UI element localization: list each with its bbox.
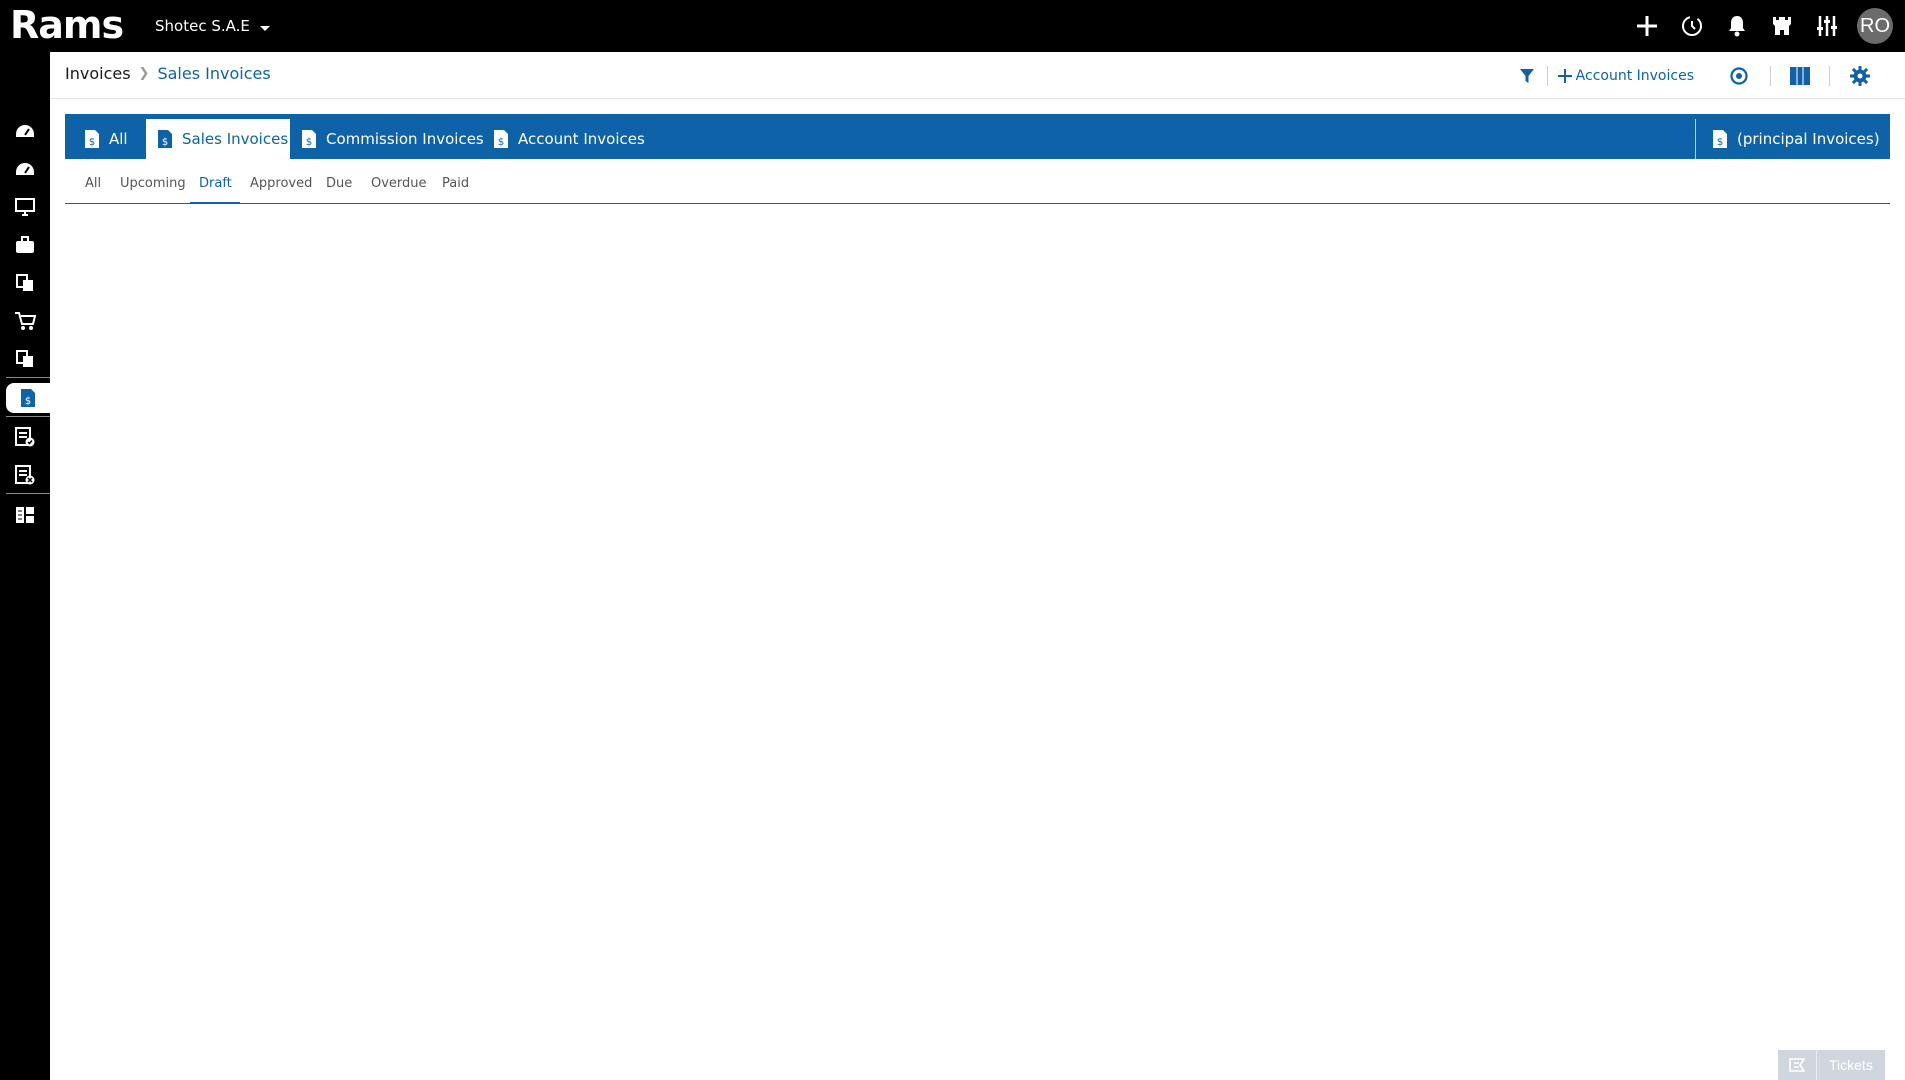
status-tab-approved[interactable]: Approved [250, 176, 312, 191]
documents-icon [16, 274, 34, 292]
refresh-icon [1730, 67, 1748, 85]
invoice-icon: $ [19, 388, 37, 408]
status-tab-draft[interactable]: Draft [199, 176, 232, 191]
status-tab-paid[interactable]: Paid [442, 176, 469, 191]
castle-icon[interactable] [1759, 0, 1804, 52]
sidebar-item-dashboard-2[interactable] [6, 154, 44, 184]
sidebar-item-invoice-cancel[interactable] [6, 460, 44, 490]
header-divider [50, 98, 1905, 99]
svg-text:$: $ [306, 137, 312, 148]
sidebar-item-cart[interactable] [6, 306, 44, 336]
company-name: Shotec S.A.E [155, 17, 250, 35]
status-tab-due[interactable]: Due [326, 176, 352, 191]
tickets-label: Tickets [1829, 1057, 1873, 1073]
tab-label: Sales Invoices [182, 130, 289, 148]
tickets-button[interactable]: Tickets [1778, 1050, 1885, 1080]
invoice-cancel-icon [15, 465, 35, 485]
dashboard-icon [15, 123, 35, 139]
invoice-icon: $ [1711, 129, 1729, 149]
breadcrumb-current: Sales Invoices [157, 64, 271, 83]
filter-icon [1519, 68, 1535, 84]
monitor-icon [15, 198, 35, 216]
company-selector[interactable]: Shotec S.A.E [155, 17, 270, 35]
tab-label: Commission Invoices [326, 130, 484, 148]
tab-label: (principal Invoices) [1737, 130, 1880, 148]
cart-icon [14, 311, 36, 331]
layout-icon [15, 506, 35, 524]
invoice-icon: $ [156, 129, 174, 149]
svg-text:$: $ [498, 137, 504, 148]
svg-text:$: $ [1717, 137, 1723, 148]
sidebar-item-documents-2[interactable] [6, 344, 44, 374]
svg-text:$: $ [25, 396, 31, 407]
logo-text: Rams [10, 3, 124, 47]
tab-commission-invoices[interactable]: $ Commission Invoices [300, 119, 484, 159]
sidebar-item-dashboard[interactable] [6, 116, 44, 146]
sidebar-item-monitor[interactable] [6, 192, 44, 222]
avatar[interactable]: RO [1857, 8, 1893, 44]
app-logo[interactable]: Rams [10, 3, 124, 47]
breadcrumb: Invoices ❯ Sales Invoices [65, 64, 271, 83]
sidebar-item-briefcase[interactable] [6, 230, 44, 260]
top-actions: RO [1624, 0, 1905, 52]
svg-text:$: $ [162, 137, 168, 148]
invoice-type-tabs: $ All $ Sales Invoices $ Commission Invo… [65, 114, 1890, 159]
invoice-icon: $ [300, 129, 318, 149]
sidebar-divider [6, 493, 50, 494]
gear-icon [1850, 66, 1870, 86]
plus-icon [1557, 69, 1572, 83]
status-tab-all[interactable]: All [85, 176, 101, 191]
status-tabs-divider [65, 203, 1890, 204]
tab-label: All [109, 130, 128, 148]
bell-icon[interactable] [1714, 0, 1759, 52]
tab-sales-invoices[interactable]: $ Sales Invoices [146, 119, 290, 159]
filter-button[interactable] [1507, 58, 1547, 94]
chevron-right-icon: ❯ [138, 66, 150, 81]
svg-text:$: $ [89, 137, 95, 148]
tab-divider [1695, 119, 1696, 159]
top-bar: Rams Shotec S.A.E RO [0, 0, 1905, 52]
sidebar-divider [6, 416, 50, 417]
refresh-button[interactable] [1708, 58, 1770, 94]
tab-label: Account Invoices [518, 130, 645, 148]
documents-icon [16, 350, 34, 368]
columns-icon [1790, 67, 1810, 85]
dashboard-icon [15, 161, 35, 177]
history-icon[interactable] [1669, 0, 1714, 52]
invoice-icon: $ [492, 129, 510, 149]
sidebar-item-documents[interactable] [6, 268, 44, 298]
tab-account-invoices[interactable]: $ Account Invoices [492, 119, 645, 159]
invoice-check-icon [15, 427, 35, 447]
sidebar-divider [6, 377, 50, 378]
tab-all[interactable]: $ All [83, 119, 128, 159]
header-actions: Account Invoices [1507, 58, 1905, 94]
sidebar: $ [0, 52, 50, 1080]
add-account-invoice-label: Account Invoices [1575, 68, 1694, 84]
status-tab-overdue[interactable]: Overdue [371, 176, 427, 191]
breadcrumb-invoices[interactable]: Invoices [65, 64, 131, 83]
sidebar-item-layout[interactable] [6, 500, 44, 530]
status-tab-upcoming[interactable]: Upcoming [120, 176, 186, 191]
columns-button[interactable] [1771, 58, 1829, 94]
sidebar-item-invoice-check[interactable] [6, 422, 44, 452]
plus-icon[interactable] [1624, 0, 1669, 52]
tab-principal-invoices[interactable]: $ (principal Invoices) [1711, 119, 1880, 159]
sidebar-item-invoices[interactable]: $ [6, 383, 50, 413]
sliders-icon[interactable] [1804, 0, 1849, 52]
ticket-icon [1778, 1050, 1817, 1080]
chevron-down-icon [259, 25, 270, 31]
invoice-icon: $ [83, 129, 101, 149]
add-account-invoice-button[interactable]: Account Invoices [1548, 58, 1708, 94]
settings-button[interactable] [1830, 58, 1890, 94]
briefcase-icon [15, 236, 35, 254]
